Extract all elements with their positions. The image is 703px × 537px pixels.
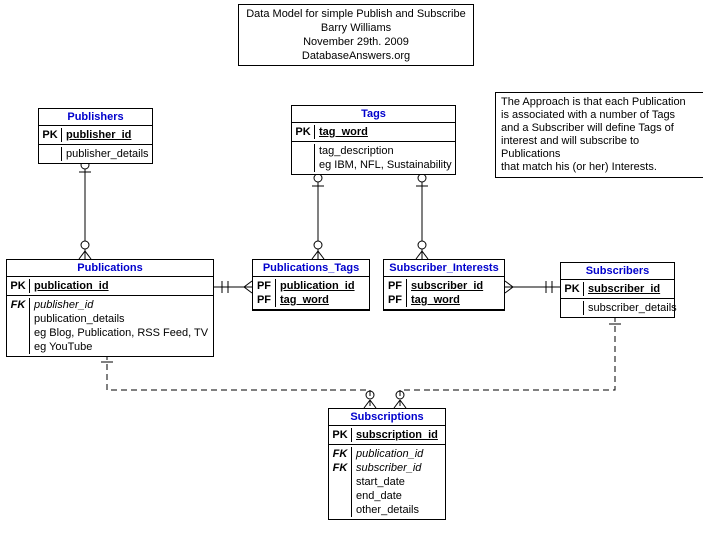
title-line4: DatabaseAnswers.org	[245, 49, 467, 63]
entity-subscribers: Subscribers PKsubscriber_id subscriber_d…	[560, 262, 675, 318]
entity-header: Subscriber_Interests	[383, 259, 505, 277]
entity-publishers: Publishers PKpublisher_id publisher_deta…	[38, 108, 153, 164]
entity-header: Tags	[291, 105, 456, 123]
title-line3: November 29th. 2009	[245, 35, 467, 49]
entity-publications-tags: Publications_Tags PFpublication_id PFtag…	[252, 259, 370, 311]
approach-note: The Approach is that each Publication is…	[495, 92, 703, 178]
entity-subscriptions: Subscriptions PKsubscription_id FKpublic…	[328, 408, 446, 520]
entity-tags: Tags PKtag_word tag_description eg IBM, …	[291, 105, 456, 175]
title-line1: Data Model for simple Publish and Subscr…	[245, 7, 467, 21]
entity-publications: Publications PKpublication_id FKpublishe…	[6, 259, 214, 357]
entity-subscriber-interests: Subscriber_Interests PFsubscriber_id PFt…	[383, 259, 505, 311]
entity-header: Publications_Tags	[252, 259, 370, 277]
entity-header: Subscribers	[560, 262, 675, 280]
entity-header: Subscriptions	[328, 408, 446, 426]
title-line2: Barry Williams	[245, 21, 467, 35]
diagram-title: Data Model for simple Publish and Subscr…	[238, 4, 474, 66]
entity-header: Publications	[6, 259, 214, 277]
entity-header: Publishers	[38, 108, 153, 126]
